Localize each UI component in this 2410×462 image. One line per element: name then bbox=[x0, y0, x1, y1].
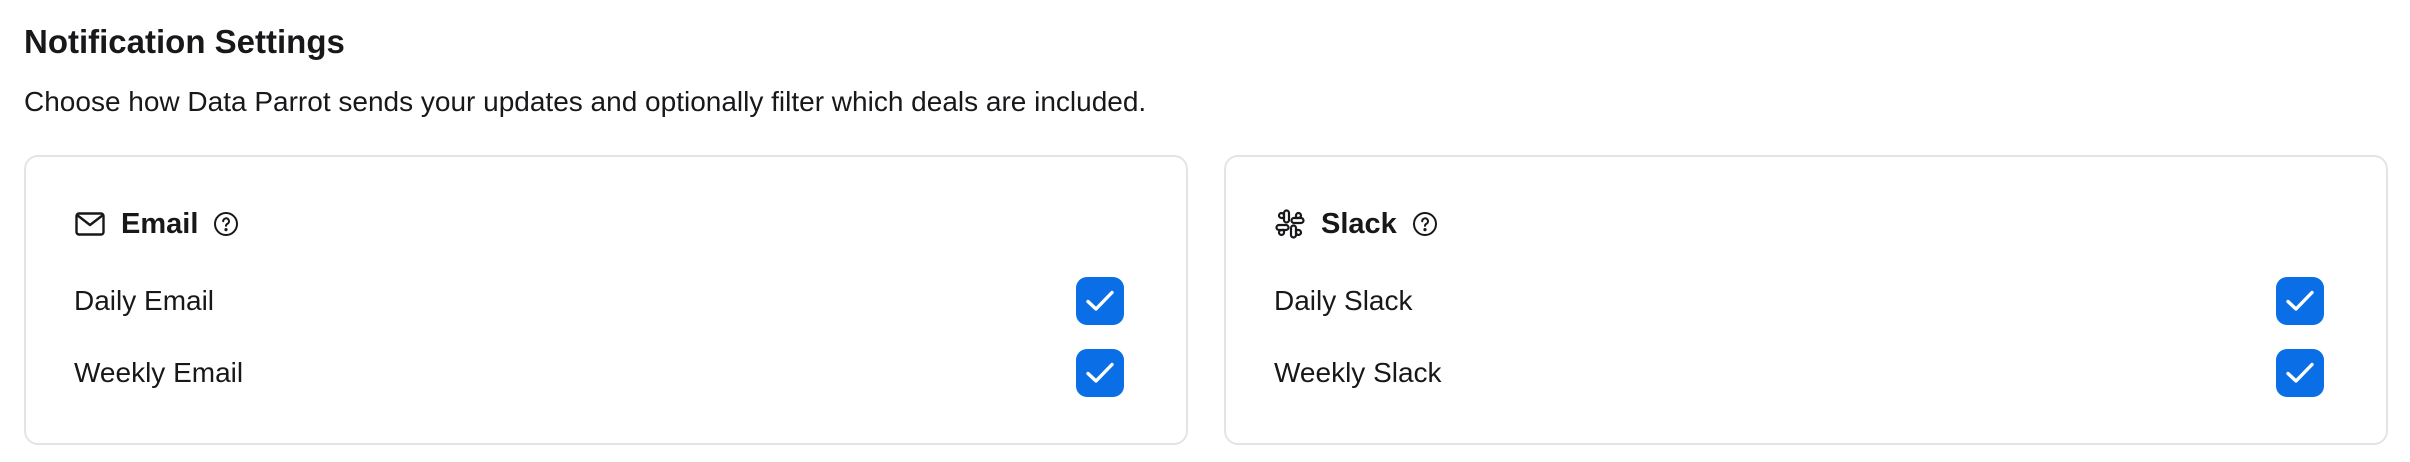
daily-slack-checkbox[interactable] bbox=[2276, 277, 2324, 325]
check-icon bbox=[2286, 290, 2314, 311]
daily-email-row: Daily Email bbox=[74, 275, 1124, 327]
page-title: Notification Settings bbox=[24, 23, 345, 60]
daily-email-label: Daily Email bbox=[74, 285, 215, 316]
slack-card-title: Slack bbox=[1321, 208, 1397, 240]
notification-settings-page: Notification Settings Choose how Data Pa… bbox=[0, 0, 2410, 462]
check-icon bbox=[1086, 290, 1114, 311]
weekly-slack-checkbox[interactable] bbox=[2276, 349, 2324, 397]
slack-icon bbox=[1274, 208, 1306, 240]
weekly-slack-label: Weekly Slack bbox=[1274, 357, 1442, 388]
mail-icon bbox=[74, 208, 106, 240]
email-card-title: Email bbox=[121, 208, 199, 240]
slack-card-header: Slack bbox=[1274, 204, 1438, 244]
daily-slack-row: Daily Slack bbox=[1274, 275, 2324, 327]
email-card-header: Email bbox=[74, 204, 239, 244]
weekly-slack-row: Weekly Slack bbox=[1274, 347, 2324, 399]
check-icon bbox=[2286, 362, 2314, 383]
weekly-email-row: Weekly Email bbox=[74, 347, 1124, 399]
daily-slack-label: Daily Slack bbox=[1274, 285, 1413, 316]
email-card: Email Daily Email Weekly Email bbox=[24, 155, 1188, 445]
help-circle-icon[interactable] bbox=[1412, 211, 1438, 237]
daily-email-checkbox[interactable] bbox=[1076, 277, 1124, 325]
weekly-email-label: Weekly Email bbox=[74, 357, 244, 388]
help-circle-icon[interactable] bbox=[213, 211, 239, 237]
check-icon bbox=[1086, 362, 1114, 383]
weekly-email-checkbox[interactable] bbox=[1076, 349, 1124, 397]
slack-card: Slack Daily Slack Weekly Slack bbox=[1224, 155, 2388, 445]
page-description: Choose how Data Parrot sends your update… bbox=[24, 86, 1147, 117]
